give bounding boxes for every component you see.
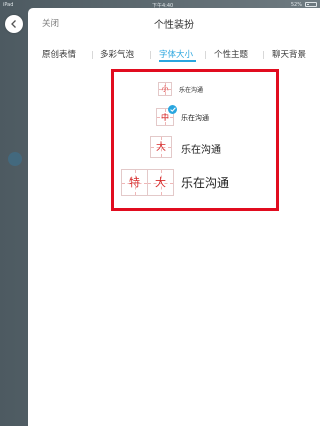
- tab-chat-bubbles[interactable]: 多彩气泡: [100, 48, 134, 60]
- tab-divider: [205, 51, 206, 59]
- tab-font-size[interactable]: 字体大小: [159, 48, 193, 60]
- tab-themes[interactable]: 个性主题: [214, 48, 248, 60]
- font-option-label: 乐在沟通: [179, 87, 204, 94]
- chevron-left-icon: [11, 20, 16, 28]
- font-option-small[interactable]: 小 乐在沟通: [158, 82, 248, 98]
- font-option-label: 乐在沟通: [181, 176, 230, 190]
- glyph-preview: 大: [150, 136, 172, 158]
- glyph-preview: 中: [156, 108, 174, 126]
- tab-original-stickers[interactable]: 原创表情: [42, 48, 76, 60]
- font-option-label: 乐在沟通: [181, 145, 221, 156]
- font-option-medium[interactable]: 中 乐在沟通: [156, 105, 246, 130]
- font-option-large[interactable]: 大 乐在沟通: [150, 136, 260, 162]
- tab-divider: [150, 51, 151, 59]
- tab-chat-background[interactable]: 聊天背景: [272, 48, 306, 60]
- active-tab-indicator: [159, 60, 196, 62]
- back-button[interactable]: [5, 15, 23, 33]
- nav-bar: 关闭 个性装扮: [28, 8, 320, 35]
- font-size-options-panel: 小 乐在沟通 中 乐在沟通 大 乐在沟通 特 大 乐在沟通: [111, 69, 279, 211]
- page-title: 个性装扮: [154, 20, 194, 31]
- tab-divider: [92, 51, 93, 59]
- glyph-preview: 特: [121, 169, 148, 196]
- battery-icon: [305, 2, 317, 7]
- font-option-extra-large[interactable]: 特 大 乐在沟通: [121, 169, 271, 199]
- glyph-preview: 大: [147, 169, 174, 196]
- tab-divider: [263, 51, 264, 59]
- background-indicator: [8, 152, 22, 166]
- font-option-label: 乐在沟通: [181, 114, 209, 122]
- glyph-preview: 小: [158, 82, 172, 96]
- carrier-label: iPad: [3, 2, 14, 8]
- tab-bar: 原创表情 多彩气泡 字体大小 个性主题 聊天背景: [28, 42, 320, 64]
